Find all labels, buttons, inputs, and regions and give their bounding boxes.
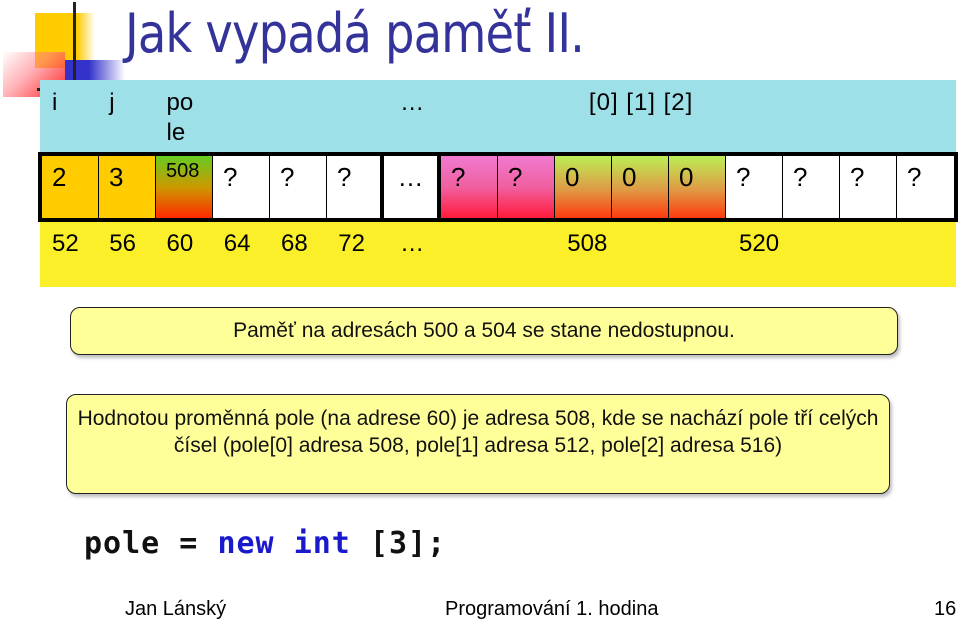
memory-cell-array-2: 0 [669,156,726,218]
memory-cell-unreachable: ? [498,156,555,218]
memory-row: 2 3 508 ? ? ? … ? ? 0 0 0 ? ? ? ? [38,152,958,222]
code-lhs: pole = [84,526,218,561]
header-cell-i: i [52,89,58,116]
address-cell [498,222,555,287]
address-cell: 520 [739,230,780,257]
address-cell [670,222,727,287]
header-cell-pole: po le [166,89,194,146]
code-snippet: pole = new int [3]; [84,526,446,561]
address-row: 52 56 60 64 68 72 … 508 520 [40,222,956,287]
variable-name-row: i j po le … [0] [1] [2] [40,80,956,152]
footer-author: Jan Lánský [125,598,227,620]
memory-cell-array-1: 0 [612,156,669,218]
memory-cell: ? [726,156,783,218]
address-cell: 64 [223,230,251,257]
address-cell [899,222,956,287]
memory-cell-i: 2 [42,156,99,218]
address-cell [613,222,670,287]
header-cell [212,80,269,152]
address-cell: 508 [567,230,608,257]
header-cell-ellipsis: … [400,89,425,116]
address-cell: 56 [109,230,136,257]
memory-cell-pole-pointer: 508 [156,156,213,218]
footer-course: Programování 1. hodina [445,598,659,620]
header-cell [727,80,784,152]
callout-explanation: Hodnotou proměnná pole (na adrese 60) je… [66,394,890,494]
memory-cell: ? [840,156,897,218]
code-keyword-new: new [217,526,275,561]
footer-page-number: 16 [934,598,957,620]
memory-cell-ellipsis: … [384,156,441,218]
header-cell-array-indices: [0] [1] [2] [588,89,694,116]
memory-cell: ? [783,156,840,218]
address-cell: 68 [281,230,308,257]
slide-title: Jak vypadá paměť II. [125,2,585,65]
header-cell [498,80,555,152]
memory-cell: ? [327,156,384,218]
memory-cell-j: 3 [99,156,156,218]
callout-unreachable-memory: Paměť na adresách 500 a 504 se stane ned… [70,307,898,355]
header-cell [842,80,899,152]
address-cell [842,222,899,287]
memory-cell: ? [213,156,270,218]
header-cell [326,80,383,152]
address-cell [441,222,498,287]
memory-cell: ? [270,156,327,218]
code-rest: [3]; [350,526,447,561]
address-cell: 52 [52,230,79,257]
address-cell [784,222,841,287]
address-cell: 72 [338,230,365,257]
header-cell [784,80,841,152]
header-cell [441,80,498,152]
address-cell: 60 [166,230,194,257]
memory-cell-array-0: 0 [555,156,612,218]
address-cell-ellipsis: … [400,230,425,257]
code-keyword-int: int [293,526,351,561]
decoration-vertical-line [73,2,76,82]
header-cell-j: j [109,89,115,116]
memory-cell-unreachable: ? [441,156,498,218]
memory-cell: ? [897,156,954,218]
header-cell [899,80,956,152]
header-cell [269,80,326,152]
